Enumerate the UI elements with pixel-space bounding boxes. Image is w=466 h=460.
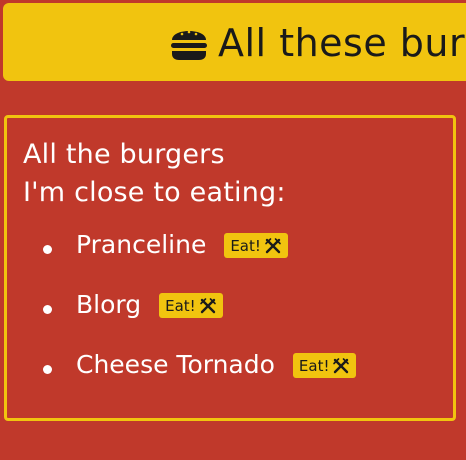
eat-button[interactable]: Eat! [159,293,223,318]
utensils-icon [199,297,216,313]
utensils-icon [333,357,350,373]
burger-panel: All the burgers I'm close to eating: Pra… [4,115,456,421]
eat-button-label: Eat! [230,236,261,255]
eat-button-label: Eat! [165,296,196,315]
header-content: All these burg [168,17,466,69]
eat-button-label: Eat! [298,356,330,375]
list-item: Cheese Tornado Eat! [43,350,357,410]
panel-heading-line1: All the burgers [23,139,225,170]
burger-list: Pranceline Eat! Blorg Eat! Cheese Tornad… [43,230,357,410]
panel-heading-line2: I'm close to eating: [23,177,286,208]
page-title: All these burg [218,21,466,65]
list-item: Blorg Eat! [43,290,356,350]
eat-button[interactable]: Eat! [292,353,357,378]
burger-name: Pranceline [76,230,207,259]
eat-button[interactable]: Eat! [224,233,288,258]
header-banner: All these burg [3,3,466,81]
burger-name: Blorg [76,290,142,319]
panel-heading: All the burgers I'm close to eating: [23,136,286,212]
burger-name: Cheese Tornado [76,350,275,379]
bullet-icon [43,365,52,374]
bullet-icon [43,305,52,314]
utensils-icon [265,237,281,253]
hamburger-icon [171,30,207,60]
list-item: Pranceline Eat! [43,230,356,290]
bullet-icon [43,245,52,254]
